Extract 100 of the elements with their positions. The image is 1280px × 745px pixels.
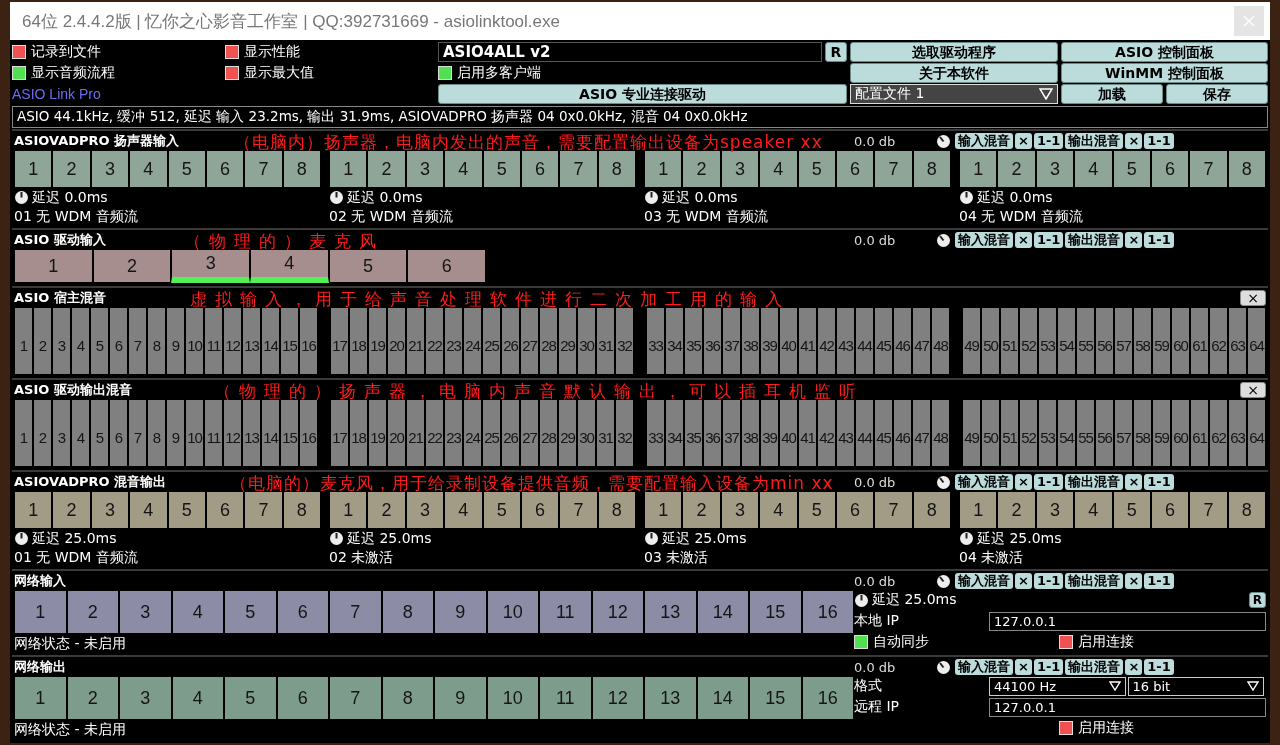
remove-button[interactable]: ×	[1125, 659, 1143, 675]
channel-tile[interactable]: 4	[129, 491, 168, 529]
channel-tile[interactable]: 8	[912, 150, 951, 188]
channel-tile[interactable]: 7	[128, 307, 147, 375]
channel-tile[interactable]: 37	[722, 399, 741, 467]
output-mix-button[interactable]: 输出混音	[1065, 659, 1124, 675]
channel-tile[interactable]: 45	[874, 307, 893, 375]
channel-tile[interactable]: 4	[759, 150, 798, 188]
channel-tile[interactable]: 2	[66, 676, 119, 720]
channel-tile[interactable]: 10	[185, 307, 204, 375]
channel-tile[interactable]: 58	[1133, 307, 1152, 375]
channel-tile[interactable]: 5	[1112, 491, 1151, 529]
channel-tile[interactable]: 57	[1114, 307, 1133, 375]
channel-tile[interactable]: 5	[90, 307, 109, 375]
channel-tile[interactable]: 14	[696, 590, 749, 634]
remove-button[interactable]: ×	[1125, 232, 1143, 248]
channel-tile[interactable]: 1	[959, 150, 998, 188]
toolbar-button[interactable]: 保存	[1166, 84, 1268, 104]
channel-tile[interactable]: 1	[329, 491, 368, 529]
channel-tile[interactable]: 36	[703, 307, 722, 375]
channel-tile[interactable]: 47	[912, 307, 931, 375]
one-to-one-button[interactable]: 1-1	[1144, 474, 1174, 490]
channel-tile[interactable]: 52	[1019, 399, 1038, 467]
channel-tile[interactable]: 4	[71, 399, 90, 467]
toolbar-button[interactable]: 选取驱动程序	[850, 42, 1058, 62]
channel-tile[interactable]: 46	[893, 307, 912, 375]
channel-tile[interactable]: 3	[1035, 491, 1075, 529]
channel-tile[interactable]: 3	[52, 307, 71, 375]
channel-tile[interactable]: 24	[463, 399, 482, 467]
channel-tile[interactable]: 9	[434, 590, 487, 634]
toolbar-button[interactable]: ASIO 控制面板	[1061, 42, 1268, 62]
output-mix-button[interactable]: 输出混音	[1065, 133, 1124, 149]
channel-tile[interactable]: 3	[720, 491, 760, 529]
channel-tile[interactable]: 2	[367, 491, 406, 529]
channel-tile[interactable]: 39	[760, 307, 779, 375]
one-to-one-button[interactable]: 1-1	[1033, 659, 1064, 675]
toolbar-button[interactable]: 加载	[1061, 84, 1163, 104]
channel-tile[interactable]: 34	[665, 307, 684, 375]
bit-depth-dropdown[interactable]: 16 bit	[1127, 676, 1264, 696]
channel-tile[interactable]: 47	[912, 399, 931, 467]
channel-tile[interactable]: 35	[684, 399, 703, 467]
channel-tile[interactable]: 7	[1189, 491, 1228, 529]
channel-tile[interactable]: 2	[33, 399, 52, 467]
channel-tile[interactable]: 6	[109, 399, 128, 467]
channel-tile[interactable]: 6	[407, 249, 487, 283]
input-mix-button[interactable]: 输入混音	[955, 474, 1013, 490]
channel-tile[interactable]: 4	[444, 491, 483, 529]
channel-tile[interactable]: 27	[520, 307, 539, 375]
channel-tile[interactable]: 9	[166, 399, 185, 467]
channel-tile[interactable]: 2	[33, 307, 52, 375]
channel-tile[interactable]: 22	[425, 307, 444, 375]
channel-tile[interactable]: 38	[741, 399, 760, 467]
channel-tile[interactable]: 3	[90, 491, 130, 529]
input-mix-button[interactable]: 输入混音	[955, 133, 1013, 149]
channel-tile[interactable]: 7	[244, 150, 283, 188]
channel-tile[interactable]: 5	[797, 150, 836, 188]
channel-tile[interactable]: 7	[329, 676, 382, 720]
channel-tile[interactable]: 50	[981, 399, 1000, 467]
channel-tile[interactable]: 5	[167, 150, 206, 188]
knob-icon[interactable]	[936, 232, 951, 248]
ip-field[interactable]: 127.0.0.1	[989, 611, 1266, 631]
channel-tile[interactable]: 4	[1074, 150, 1113, 188]
remove-button[interactable]: ×	[1125, 133, 1143, 149]
close-button[interactable]: ×	[1240, 290, 1266, 306]
one-to-one-button[interactable]: 1-1	[1144, 659, 1174, 675]
channel-tile[interactable]: 42	[817, 307, 836, 375]
channel-tile[interactable]: 61	[1190, 399, 1209, 467]
channel-tile[interactable]: 30	[577, 399, 596, 467]
channel-tile[interactable]: 8	[912, 491, 951, 529]
channel-tile[interactable]: 53	[1038, 307, 1057, 375]
channel-tile[interactable]: 54	[1057, 307, 1076, 375]
profile-dropdown[interactable]: 配置文件 1	[850, 84, 1058, 104]
channel-tile[interactable]: 4	[759, 491, 798, 529]
channel-tile[interactable]: 6	[109, 307, 128, 375]
channel-tile[interactable]: 12	[223, 399, 242, 467]
channel-tile[interactable]: 10	[486, 676, 539, 720]
channel-tile[interactable]: 55	[1076, 307, 1095, 375]
channel-tile[interactable]: 11	[539, 676, 592, 720]
channel-tile[interactable]: 3	[405, 150, 445, 188]
checkbox[interactable]	[225, 66, 239, 80]
channel-tile[interactable]: 1	[14, 399, 33, 467]
channel-tile[interactable]: 1	[14, 676, 67, 720]
channel-tile[interactable]: 12	[223, 307, 242, 375]
reset-button[interactable]: R	[1248, 592, 1266, 608]
channel-tile[interactable]: 7	[1189, 150, 1228, 188]
channel-tile[interactable]: 3	[90, 150, 130, 188]
channel-tile[interactable]: 45	[874, 399, 893, 467]
channel-tile[interactable]: 24	[463, 307, 482, 375]
channel-tile[interactable]: 29	[558, 307, 577, 375]
channel-tile[interactable]: 3	[119, 590, 172, 634]
channel-tile[interactable]: 3	[1035, 150, 1075, 188]
input-mix-button[interactable]: 输入混音	[955, 573, 1013, 589]
channel-tile[interactable]: 8	[381, 676, 434, 720]
channel-tile[interactable]: 2	[997, 150, 1036, 188]
remove-button[interactable]: ×	[1125, 474, 1143, 490]
channel-tile[interactable]: 48	[931, 307, 950, 375]
one-to-one-button[interactable]: 1-1	[1033, 573, 1064, 589]
channel-tile[interactable]: 5	[797, 491, 836, 529]
channel-tile[interactable]: 26	[501, 399, 520, 467]
channel-tile[interactable]: 1	[14, 491, 53, 529]
